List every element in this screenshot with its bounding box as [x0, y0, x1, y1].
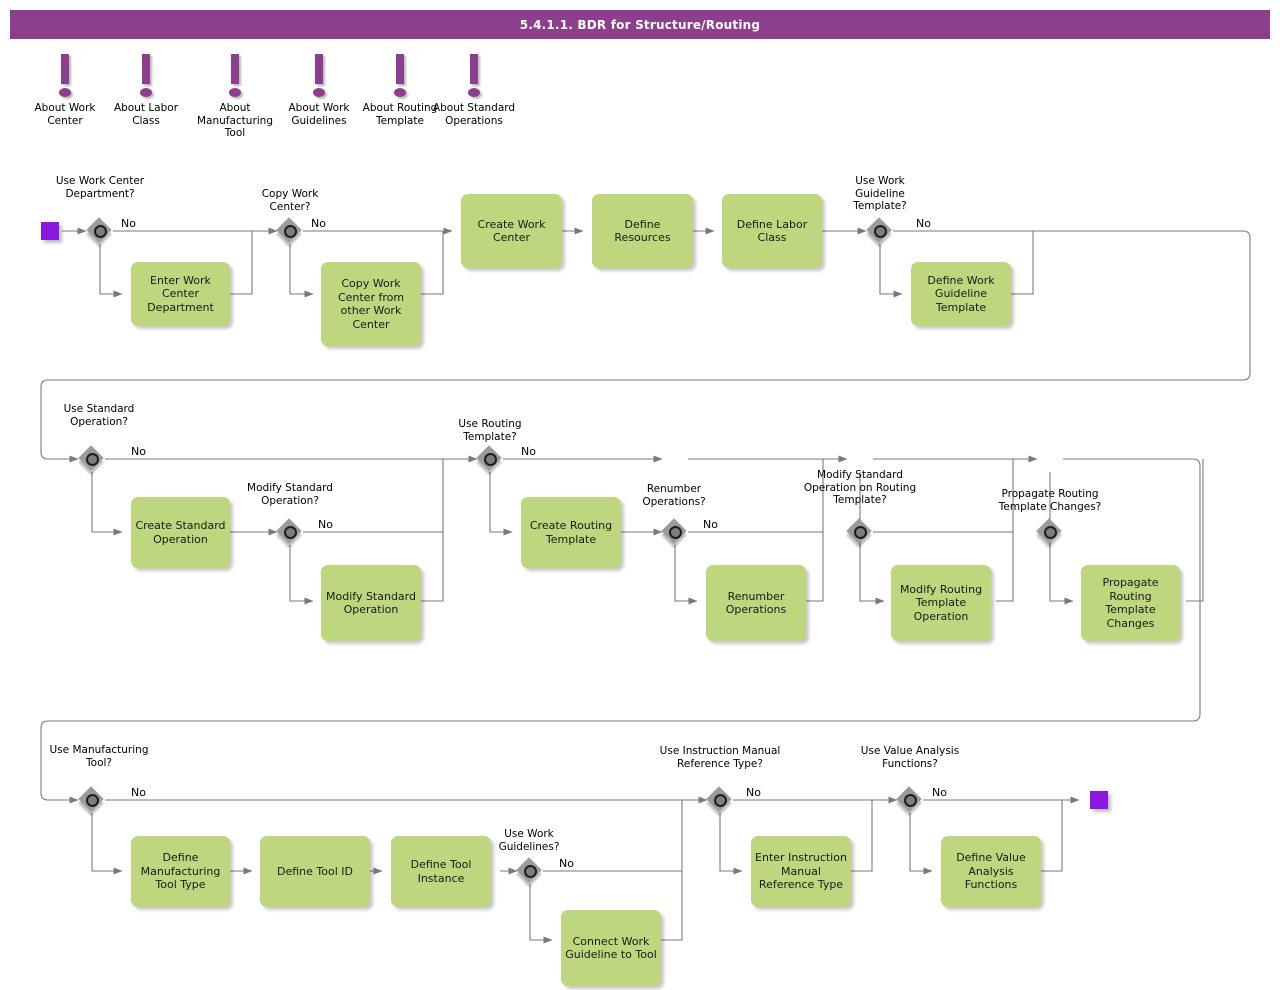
task-connect-work-guideline-to-tool[interactable]: Connect Work Guideline to Tool [561, 910, 661, 986]
gateway-ring-icon [668, 525, 682, 539]
edge-label-no: No [703, 518, 718, 531]
task-create-work-center[interactable]: Create Work Center [461, 194, 562, 268]
task-renumber-operations[interactable]: Renumber Operations [706, 565, 806, 641]
edge-label-no: No [916, 217, 931, 230]
gateway-use-work-guideline-template[interactable] [866, 217, 893, 244]
note-label: About Labor Class [113, 102, 179, 127]
exclamation-icon [229, 54, 241, 98]
task-define-tool-id[interactable]: Define Tool ID [260, 836, 370, 907]
gateway-copy-work-center[interactable] [276, 217, 303, 244]
edge-label-no: No [121, 217, 136, 230]
gateway-use-work-center-department[interactable] [86, 217, 113, 244]
task-enter-work-center-department[interactable]: Enter Work Center Department [131, 262, 230, 326]
gateway-propagate-routing-template-changes[interactable] [1036, 518, 1063, 545]
gateway-label-use-work-guidelines: Use Work Guidelines? [498, 828, 560, 853]
gateway-label-modify-standard-operation: Modify Standard Operation? [247, 482, 333, 507]
edge-label-no: No [559, 857, 574, 870]
gateway-use-instruction-manual-reference-type[interactable] [706, 786, 733, 813]
gateway-ring-icon [85, 793, 99, 807]
gateway-use-work-guidelines[interactable] [516, 857, 543, 884]
exclamation-icon [313, 54, 325, 98]
note-label: About Manufacturing Tool [196, 102, 274, 139]
task-propagate-routing-template-changes[interactable]: Propagate Routing Template Changes [1081, 565, 1180, 641]
note-about-manufacturing-tool[interactable]: About Manufacturing Tool [192, 54, 278, 140]
gateway-label-use-instruction-manual-reference-type: Use Instruction Manual Reference Type? [659, 745, 781, 770]
gateway-label-renumber-operations: Renumber Operations? [642, 483, 706, 508]
gateway-ring-icon [853, 525, 867, 539]
edge-label-no: No [131, 445, 146, 458]
task-define-resources[interactable]: Define Resources [592, 194, 693, 268]
gateway-ring-icon [1043, 525, 1057, 539]
task-create-routing-template[interactable]: Create Routing Template [521, 497, 621, 568]
edge-label-no: No [318, 518, 333, 531]
gateway-label-propagate-routing-template-changes: Propagate Routing Template Changes? [998, 488, 1102, 513]
gateway-label-use-standard-operation: Use Standard Operation? [63, 403, 135, 428]
note-label: About Work Guidelines [288, 102, 350, 127]
gateway-use-manufacturing-tool[interactable] [78, 786, 105, 813]
gateway-ring-icon [93, 224, 107, 238]
task-copy-work-center-from-other[interactable]: Copy Work Center from other Work Center [321, 262, 421, 346]
exclamation-icon [394, 54, 406, 98]
gateway-ring-icon [713, 793, 727, 807]
note-about-labor-class[interactable]: About Labor Class [103, 54, 189, 127]
gateway-renumber-operations[interactable] [661, 518, 688, 545]
task-define-work-guideline-template[interactable]: Define Work Guideline Template [911, 262, 1011, 326]
start-event-marker[interactable] [41, 222, 59, 240]
note-label: About Work Center [34, 102, 96, 127]
note-label: About Standard Operations [432, 102, 516, 127]
gateway-label-use-routing-template: Use Routing Template? [458, 418, 522, 443]
gateway-ring-icon [283, 224, 297, 238]
gateway-label-use-work-center-department: Use Work Center Department? [55, 175, 145, 200]
edge-label-no: No [932, 786, 947, 799]
end-event-marker[interactable] [1090, 791, 1108, 809]
gateway-label-use-manufacturing-tool: Use Manufacturing Tool? [49, 744, 149, 769]
gateway-label-use-value-analysis-functions: Use Value Analysis Functions? [860, 745, 960, 770]
gateway-label-copy-work-center: Copy Work Center? [261, 188, 319, 213]
task-define-tool-instance[interactable]: Define Tool Instance [391, 836, 491, 907]
task-define-labor-class[interactable]: Define Labor Class [722, 194, 822, 268]
task-create-standard-operation[interactable]: Create Standard Operation [131, 497, 230, 568]
edge-label-no: No [521, 445, 536, 458]
exclamation-icon [468, 54, 480, 98]
diagram-canvas: About Work Center About Labor Class Abou… [0, 0, 1280, 990]
edge-label-no: No [311, 217, 326, 230]
gateway-label-modify-standard-operation-on-routing-template: Modify Standard Operation on Routing Tem… [803, 469, 917, 506]
task-modify-standard-operation[interactable]: Modify Standard Operation [321, 565, 421, 641]
gateway-use-standard-operation[interactable] [78, 445, 105, 472]
gateway-ring-icon [483, 452, 497, 466]
gateway-ring-icon [283, 525, 297, 539]
note-about-work-guidelines[interactable]: About Work Guidelines [276, 54, 362, 127]
gateway-ring-icon [903, 793, 917, 807]
gateway-ring-icon [873, 224, 887, 238]
edge-label-no: No [131, 786, 146, 799]
exclamation-icon [140, 54, 152, 98]
gateway-use-routing-template[interactable] [476, 445, 503, 472]
task-modify-routing-template-operation[interactable]: Modify Routing Template Operation [891, 565, 991, 641]
gateway-use-value-analysis-functions[interactable] [896, 786, 923, 813]
gateway-ring-icon [523, 864, 537, 878]
note-about-work-center[interactable]: About Work Center [22, 54, 108, 127]
task-define-manufacturing-tool-type[interactable]: Define Manufacturing Tool Type [131, 836, 230, 907]
note-about-standard-operations[interactable]: About Standard Operations [431, 54, 517, 127]
edge-label-no: No [746, 786, 761, 799]
gateway-modify-standard-operation[interactable] [276, 518, 303, 545]
gateway-modify-standard-operation-on-routing-template[interactable] [846, 518, 873, 545]
gateway-ring-icon [85, 452, 99, 466]
exclamation-icon [59, 54, 71, 98]
task-define-value-analysis-functions[interactable]: Define Value Analysis Functions [941, 836, 1041, 907]
task-enter-instruction-manual-reference-type[interactable]: Enter Instruction Manual Reference Type [751, 836, 851, 907]
gateway-label-use-work-guideline-template: Use Work Guideline Template? [853, 175, 907, 212]
